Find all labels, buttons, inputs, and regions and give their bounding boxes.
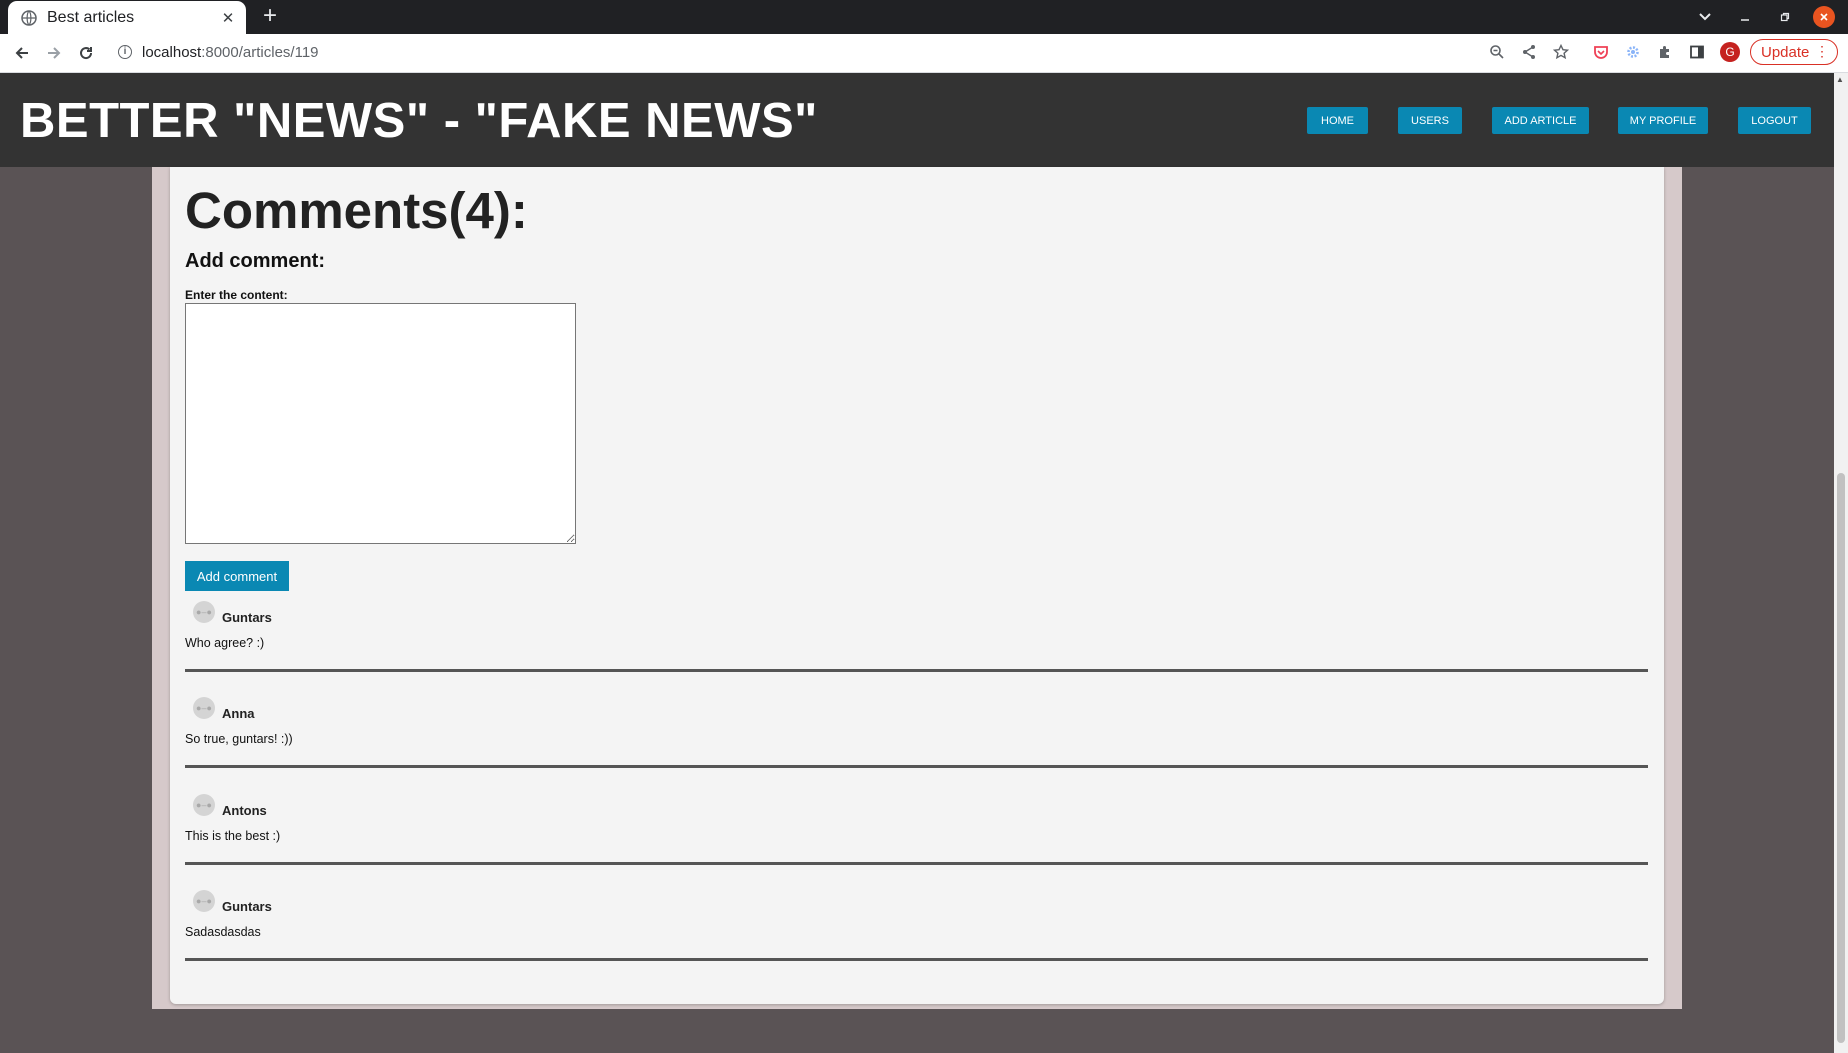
url-host: localhost <box>142 44 202 61</box>
minimize-icon[interactable] <box>1734 6 1756 28</box>
browser-tab[interactable]: Best articles ✕ <box>8 1 246 34</box>
zoom-icon[interactable] <box>1486 41 1508 63</box>
nav-my-profile-button[interactable]: MY PROFILE <box>1618 107 1708 134</box>
update-button[interactable]: Update ⋮ <box>1750 39 1838 65</box>
user-avatar-icon: ●–● <box>193 697 215 719</box>
comment-text: So true, guntars! :)) <box>185 732 293 746</box>
site-header: BETTER "NEWS" - "FAKE NEWS" HOME USERS A… <box>0 73 1834 167</box>
tab-search-icon[interactable] <box>1694 6 1716 28</box>
scroll-up-arrow-icon[interactable]: ▲ <box>1836 75 1844 84</box>
comment-text: Sadasdasdas <box>185 925 261 939</box>
comment-divider <box>185 669 1648 672</box>
browser-tab-bar: Best articles ✕ + <box>0 0 1848 34</box>
tab-close-icon[interactable]: ✕ <box>218 8 238 28</box>
page-viewport: BETTER "NEWS" - "FAKE NEWS" HOME USERS A… <box>0 73 1834 1053</box>
back-arrow-icon[interactable] <box>10 42 34 64</box>
url-path: :8000/articles/119 <box>201 44 319 61</box>
comment-text: Who agree? :) <box>185 636 265 650</box>
add-comment-button[interactable]: Add comment <box>185 561 289 591</box>
nav-add-article-button[interactable]: ADD ARTICLE <box>1492 107 1589 134</box>
profile-avatar[interactable]: G <box>1720 42 1740 62</box>
nav-home-button[interactable]: HOME <box>1307 107 1368 134</box>
share-icon[interactable] <box>1518 41 1540 63</box>
pocket-extension-icon[interactable] <box>1590 41 1612 63</box>
comment-author: Guntars <box>222 899 272 914</box>
user-avatar-icon: ●–● <box>193 794 215 816</box>
site-title: BETTER "NEWS" - "FAKE NEWS" <box>20 94 818 148</box>
nav-logout-button[interactable]: LOGOUT <box>1738 107 1811 134</box>
gear-extension-icon[interactable] <box>1622 41 1644 63</box>
forward-arrow-icon[interactable] <box>42 42 66 64</box>
update-label: Update <box>1761 43 1810 61</box>
comments-card: Comments(4): Add comment: Enter the cont… <box>170 167 1664 1004</box>
user-avatar-icon: ●–● <box>193 890 215 912</box>
scroll-thumb[interactable] <box>1837 473 1845 1043</box>
restore-icon[interactable] <box>1774 6 1796 28</box>
comment-text: This is the best :) <box>185 829 281 843</box>
reload-icon[interactable] <box>74 42 98 64</box>
address-bar[interactable]: i localhost:8000/articles/119 <box>110 38 1830 68</box>
comment-author: Guntars <box>222 610 272 625</box>
comment-author: Antons <box>222 803 267 818</box>
content-label: Enter the content: <box>185 288 288 302</box>
comment-divider <box>185 958 1648 961</box>
content-wrapper: Comments(4): Add comment: Enter the cont… <box>152 167 1682 1009</box>
bookmark-star-icon[interactable] <box>1550 41 1572 63</box>
globe-icon <box>21 9 37 26</box>
user-avatar-icon: ●–● <box>193 601 215 623</box>
comment-divider <box>185 862 1648 865</box>
page-scrollbar[interactable]: ▲ <box>1834 73 1848 1053</box>
site-info-icon[interactable]: i <box>118 45 132 59</box>
comment-divider <box>185 765 1648 768</box>
url-text: localhost:8000/articles/119 <box>142 44 319 61</box>
tab-title: Best articles <box>47 8 135 26</box>
new-tab-button[interactable]: + <box>258 4 282 29</box>
add-comment-heading: Add comment: <box>185 250 325 272</box>
comment-content-textarea[interactable] <box>185 303 576 544</box>
extensions-puzzle-icon[interactable] <box>1654 41 1676 63</box>
nav-users-button[interactable]: USERS <box>1398 107 1462 134</box>
comments-title: Comments(4): <box>185 182 528 239</box>
menu-dots-icon[interactable]: ⋮ <box>1815 43 1829 60</box>
side-panel-icon[interactable] <box>1686 41 1708 63</box>
window-close-icon[interactable] <box>1813 6 1835 28</box>
comment-author: Anna <box>222 706 255 721</box>
